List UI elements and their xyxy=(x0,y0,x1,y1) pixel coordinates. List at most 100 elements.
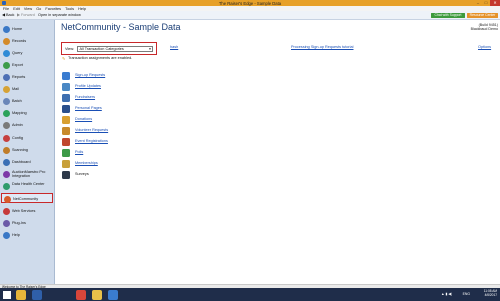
feature-label[interactable]: Profile Updates xyxy=(75,84,101,88)
clock-date: 4/6/2017 xyxy=(484,293,497,298)
profile-updates-icon xyxy=(62,82,70,91)
view-filter-box: View: All Transaction Categories ▼ xyxy=(61,42,157,55)
help-icon xyxy=(3,231,10,239)
sidebar-item-label: Scanning xyxy=(12,147,28,152)
donations-icon xyxy=(62,115,70,124)
sidebar-item-label: Web Services xyxy=(12,208,36,213)
sidebar-item-mapping[interactable]: Mapping xyxy=(1,108,53,118)
view-label: View: xyxy=(65,46,75,51)
chrome-icon[interactable] xyxy=(76,290,86,300)
web-services-icon xyxy=(3,207,10,215)
chat-with-support-button[interactable]: Chat with Support xyxy=(431,13,465,18)
database-name: Blackbaud Demo xyxy=(470,27,498,32)
sidebar-item-auction[interactable]: AuctionMaestro Pro Integration xyxy=(1,169,53,179)
language-indicator[interactable]: ENG xyxy=(463,292,470,296)
memberships-icon xyxy=(62,159,70,168)
sidebar-item-admin[interactable]: Admin xyxy=(1,120,53,130)
feature-label[interactable]: Fundraisers xyxy=(75,95,95,99)
event-icon xyxy=(62,137,70,146)
sidebar-item-batch[interactable]: Batch xyxy=(1,96,53,106)
tray-icons[interactable]: ▲ ▮ ◀) xyxy=(441,292,452,296)
sidebar-item-label: Help xyxy=(12,232,20,237)
sidebar-item-mail[interactable]: Mail xyxy=(1,84,53,94)
sidebar-item-data-health[interactable]: Data Health Center xyxy=(1,181,53,191)
export-icon xyxy=(3,61,10,69)
toolbar: ◀ Back ▶ Forward Open in separate window… xyxy=(0,11,500,20)
sidebar-item-label: Admin xyxy=(12,122,23,127)
sidebar-item-help[interactable]: Help xyxy=(1,230,53,240)
polls-icon xyxy=(62,148,70,157)
feature-label[interactable]: Personal Pages xyxy=(75,106,102,110)
plugins-icon xyxy=(3,219,10,227)
sidebar-item-label: NetCommunity xyxy=(13,196,39,201)
sidebar-item-label: Reports xyxy=(12,74,26,79)
sidebar-item-label: AuctionMaestro Pro Integration xyxy=(12,169,46,179)
mapping-icon xyxy=(3,109,10,117)
options-link[interactable]: Options xyxy=(478,45,491,49)
signup-icon xyxy=(62,71,70,80)
windows-start-icon[interactable] xyxy=(3,291,11,299)
resource-center-button[interactable]: Resource Center xyxy=(467,13,498,18)
auction-icon xyxy=(3,170,10,178)
feature-label[interactable]: Volunteer Requests xyxy=(75,128,108,132)
feature-label[interactable]: Polls xyxy=(75,150,83,154)
back-label: Back xyxy=(5,13,15,17)
sidebar-item-label: Mail xyxy=(12,86,19,91)
feature-label[interactable]: Sign-up Requests xyxy=(75,73,105,77)
page-title: NetCommunity - Sample Data xyxy=(61,22,181,32)
open-separate-window-button[interactable]: Open in separate window xyxy=(38,13,81,18)
sidebar-item-label: Data Health Center xyxy=(12,181,45,186)
sidebar-item-netcommunity[interactable]: NetCommunity xyxy=(1,193,53,203)
sidebar-item-dashboard[interactable]: Dashboard xyxy=(1,157,53,167)
powershell-icon[interactable] xyxy=(32,290,42,300)
sidebar-item-label: Query xyxy=(12,50,23,55)
sidebar-item-query[interactable]: Query xyxy=(1,48,53,58)
sidebar-item-label: Plug-Ins xyxy=(12,220,26,225)
personal-pages-icon xyxy=(62,104,70,113)
view-select[interactable]: All Transaction Categories ▼ xyxy=(77,45,153,52)
surveys-icon xyxy=(62,170,70,179)
sidebar-item-export[interactable]: Export xyxy=(1,60,53,70)
sidebar-item-scanning[interactable]: Scanning xyxy=(1,145,53,155)
sidebar-nav: Home Records Query Export Reports Mail Batch Ma… xyxy=(0,20,55,284)
hash-link[interactable]: hash xyxy=(170,45,178,49)
raisers-edge-icon[interactable] xyxy=(108,290,118,300)
feature-label[interactable]: Memberships xyxy=(75,161,98,165)
back-button[interactable]: ◀ Back xyxy=(2,13,14,18)
transaction-note: Transaction assignments are enabled. xyxy=(68,56,133,60)
clock[interactable]: 11:08 AM 4/6/2017 xyxy=(484,289,497,298)
forward-button[interactable]: ▶ Forward xyxy=(17,13,35,18)
sidebar-item-plugins[interactable]: Plug-Ins xyxy=(1,218,53,228)
sidebar-item-label: Dashboard xyxy=(12,159,31,164)
home-icon xyxy=(3,25,10,33)
records-icon xyxy=(3,37,10,45)
sidebar-item-home[interactable]: Home xyxy=(1,24,53,34)
feature-label[interactable]: Donations xyxy=(75,117,92,121)
sidebar-item-web-services[interactable]: Web Services xyxy=(1,206,53,216)
forward-label: Forward xyxy=(20,13,35,17)
batch-icon xyxy=(3,97,10,105)
fundraisers-icon xyxy=(62,93,70,102)
config-icon xyxy=(3,134,10,142)
query-icon xyxy=(3,49,10,57)
build-info: (Build 9451) Blackbaud Demo xyxy=(471,23,498,31)
sidebar-item-reports[interactable]: Reports xyxy=(1,72,53,82)
feature-label: Surveys xyxy=(75,172,89,176)
signup-tutorial-link[interactable]: Processing Sign-up Requests tutorial xyxy=(291,45,353,49)
file-explorer-icon[interactable] xyxy=(16,290,26,300)
folder-icon[interactable] xyxy=(92,290,102,300)
data-health-icon xyxy=(3,182,10,190)
sidebar-item-label: Mapping xyxy=(12,110,27,115)
taskbar: ▲ ▮ ◀) ENG 11:08 AM 4/6/2017 xyxy=(0,288,500,301)
view-select-value: All Transaction Categories xyxy=(79,46,124,51)
sidebar-item-label: Config xyxy=(12,135,23,140)
scanning-icon xyxy=(3,146,10,154)
sidebar-item-records[interactable]: Records xyxy=(1,36,53,46)
dashboard-icon xyxy=(3,158,10,166)
mail-icon xyxy=(3,85,10,93)
sidebar-item-config[interactable]: Config xyxy=(1,133,53,143)
sidebar-item-label: Records xyxy=(12,38,27,43)
sidebar-item-label: Export xyxy=(12,62,23,67)
feature-label[interactable]: Event Registrations xyxy=(75,139,108,143)
sidebar-item-label: Batch xyxy=(12,98,22,103)
